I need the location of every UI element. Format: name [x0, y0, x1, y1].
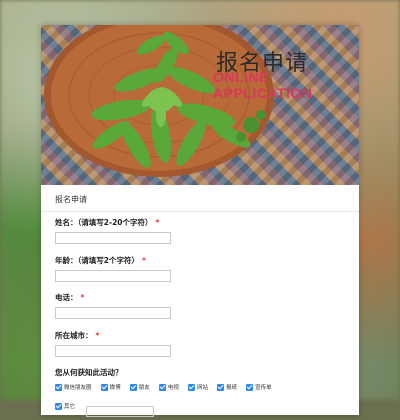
banner-title-en: ONLINE APPLICATION [213, 69, 313, 101]
checkbox-checked-icon[interactable] [55, 383, 62, 391]
name-label: 姓名：（请填写2-20个字符） [55, 218, 153, 227]
option-website[interactable]: 网站 [187, 382, 208, 392]
city-input[interactable] [55, 345, 171, 357]
checkbox-checked-icon[interactable] [187, 383, 195, 391]
name-input[interactable] [55, 232, 171, 244]
source-field: 您从何获知此活动？ 微信朋友圈 微博 朋友 电视 网站 报纸 宣传单 其它 [55, 367, 355, 420]
checkbox-checked-icon[interactable] [246, 383, 254, 391]
option-flyer[interactable]: 宣传单 [246, 382, 272, 392]
option-other[interactable]: 其它 [55, 401, 75, 411]
form-card: 报名申请 ONLINE APPLICATION 报名申请 姓名：（请填写2-20… [41, 25, 359, 417]
age-field: 年龄：（请填写2个字符） * [55, 255, 171, 282]
phone-label: 电话： [55, 293, 78, 302]
required-mark: * [141, 256, 146, 265]
required-mark: * [95, 331, 100, 340]
option-friends[interactable]: 朋友 [129, 382, 150, 392]
city-label: 所在城市： [55, 331, 93, 340]
age-input[interactable] [55, 270, 171, 282]
form-header: 报名申请 [41, 185, 359, 212]
required-mark: * [155, 218, 160, 227]
source-label: 您从何获知此活动？ [55, 368, 123, 377]
other-input[interactable] [86, 406, 155, 417]
name-field: 姓名：（请填写2-20个字符） * [55, 217, 171, 244]
source-options: 微信朋友圈 微博 朋友 电视 网站 报纸 宣传单 其它 [55, 382, 355, 420]
phone-input[interactable] [55, 307, 171, 319]
checkbox-checked-icon[interactable] [217, 383, 225, 391]
checkbox-checked-icon[interactable] [100, 383, 108, 391]
banner-image: 报名申请 ONLINE APPLICATION [41, 25, 359, 185]
checkbox-checked-icon[interactable] [129, 383, 137, 391]
required-mark: * [80, 293, 85, 302]
option-newspaper[interactable]: 报纸 [217, 382, 237, 392]
option-tv[interactable]: 电视 [158, 382, 179, 392]
option-weibo[interactable]: 微博 [100, 382, 121, 392]
city-field: 所在城市： * [55, 330, 171, 357]
checkbox-checked-icon[interactable] [158, 383, 166, 391]
succulent-plant-illustration [44, 25, 274, 177]
checkbox-checked-icon[interactable] [55, 402, 62, 410]
form-title: 报名申请 [55, 195, 87, 204]
option-wechat-moments[interactable]: 微信朋友圈 [55, 382, 92, 392]
phone-field: 电话： * [55, 292, 171, 319]
age-label: 年龄：（请填写2个字符） [55, 256, 139, 265]
